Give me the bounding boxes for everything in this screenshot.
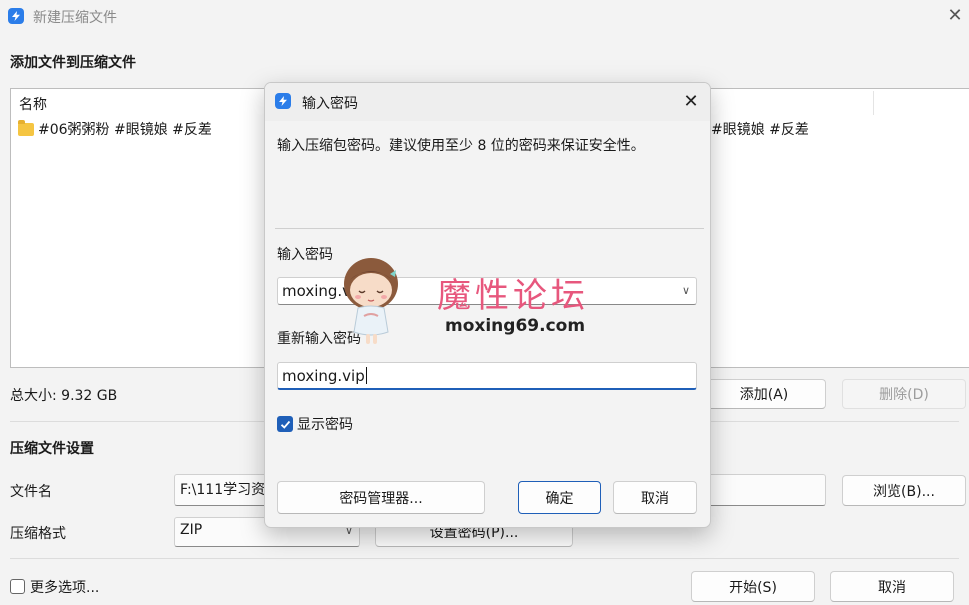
bolt-icon — [275, 93, 291, 109]
file-name-tail: #眼镜娘 #反差 — [711, 122, 809, 138]
column-separator[interactable] — [873, 91, 874, 115]
watermark-url: moxing69.com — [445, 316, 586, 336]
password-manager-button[interactable]: 密码管理器... — [277, 481, 485, 514]
folder-icon — [18, 119, 34, 136]
cancel-button[interactable]: 取消 — [830, 571, 954, 602]
watermark-title: 魔性论坛 — [437, 276, 589, 316]
mascot-watermark — [344, 258, 398, 344]
format-label: 压缩格式 — [10, 526, 66, 542]
archive-settings-heading: 压缩文件设置 — [10, 441, 94, 457]
more-options-label[interactable]: 更多选项... — [30, 577, 99, 597]
list-item-name-overflow: #眼镜娘 #反差 — [711, 119, 809, 139]
bolt-icon — [8, 8, 24, 24]
ok-button[interactable]: 确定 — [518, 481, 601, 514]
password-label: 输入密码 — [277, 247, 333, 263]
divider — [10, 558, 959, 559]
more-options-checkbox[interactable] — [10, 579, 25, 594]
reenter-password-input[interactable]: moxing.vip — [277, 362, 697, 390]
text-caret — [365, 367, 367, 384]
reenter-password-value: moxing.vip — [282, 367, 365, 385]
show-password-checkbox[interactable] — [277, 416, 293, 432]
add-button[interactable]: 添加(A) — [702, 379, 826, 409]
close-icon[interactable]: ✕ — [944, 5, 966, 27]
dialog-cancel-button[interactable]: 取消 — [613, 481, 697, 514]
browse-button[interactable]: 浏览(B)... — [842, 475, 966, 506]
close-icon[interactable]: ✕ — [679, 90, 703, 114]
total-size: 总大小: 9.32 GB — [10, 388, 118, 404]
show-password-label[interactable]: 显示密码 — [297, 414, 353, 434]
divider — [275, 228, 704, 229]
file-name: #06粥粥粉 #眼镜娘 #反差 — [38, 122, 212, 138]
filename-label: 文件名 — [10, 484, 52, 500]
title-bar: 新建压缩文件 ✕ — [0, 0, 969, 34]
delete-button[interactable]: 删除(D) — [842, 379, 966, 409]
column-header-name[interactable]: 名称 — [19, 94, 47, 114]
chevron-down-icon[interactable]: ∨ — [682, 284, 690, 297]
start-button[interactable]: 开始(S) — [691, 571, 815, 602]
list-item[interactable]: #06粥粥粉 #眼镜娘 #反差 — [18, 119, 212, 139]
window-title: 新建压缩文件 — [33, 10, 117, 26]
dialog-title: 输入密码 — [302, 96, 358, 112]
filename-value: F:\111学习资 — [180, 482, 266, 498]
files-section-heading: 添加文件到压缩文件 — [10, 55, 136, 71]
checkmark-icon — [280, 420, 290, 429]
dialog-description: 输入压缩包密码。建议使用至少 8 位的密码来保证安全性。 — [277, 138, 645, 154]
format-value: ZIP — [180, 522, 203, 538]
dialog-title-bar: 输入密码 ✕ — [265, 83, 710, 121]
